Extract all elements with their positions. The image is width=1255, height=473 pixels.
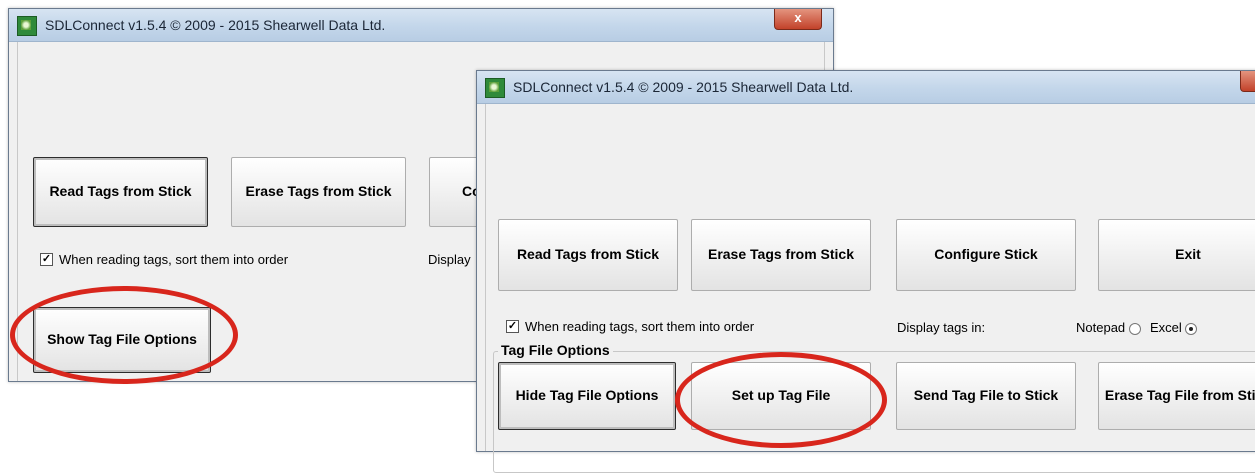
set-up-tag-file-button[interactable]: Set up Tag File xyxy=(691,362,871,430)
window-sdlconnect-front: SDLConnect v1.5.4 © 2009 - 2015 Shearwel… xyxy=(476,70,1255,473)
radio-excel-label: Excel xyxy=(1150,320,1182,335)
display-tags-label: Display tags in: xyxy=(897,320,986,335)
app-logo-icon xyxy=(17,16,37,36)
erase-tags-button[interactable]: Erase Tags from Stick xyxy=(691,219,871,291)
tag-file-options-title: Tag File Options xyxy=(498,342,613,358)
read-tags-button[interactable]: Read Tags from Stick xyxy=(33,157,208,227)
send-tag-file-button[interactable]: Send Tag File to Stick xyxy=(896,362,1076,430)
sort-tags-checkbox[interactable]: ✓ When reading tags, sort them into orde… xyxy=(506,319,754,334)
checkbox-check-icon: ✓ xyxy=(506,320,519,333)
erase-tag-file-button[interactable]: Erase Tag File from Stick xyxy=(1098,362,1255,430)
sort-tags-label: When reading tags, sort them into order xyxy=(59,252,289,267)
erase-tags-button[interactable]: Erase Tags from Stick xyxy=(231,157,406,227)
window-title: SDLConnect v1.5.4 © 2009 - 2015 Shearwel… xyxy=(513,79,854,95)
close-button[interactable]: x xyxy=(774,9,822,30)
radio-excel[interactable]: Excel xyxy=(1150,320,1198,335)
radio-unselected-icon xyxy=(1128,322,1141,335)
configure-stick-button[interactable]: Configure Stick xyxy=(896,219,1076,291)
radio-selected-icon xyxy=(1185,322,1198,335)
radio-notepad-label: Notepad xyxy=(1076,320,1126,335)
close-button[interactable] xyxy=(1240,71,1255,92)
checkbox-check-icon: ✓ xyxy=(40,253,53,266)
window-title: SDLConnect v1.5.4 © 2009 - 2015 Shearwel… xyxy=(45,17,386,33)
title-bar[interactable]: SDLConnect v1.5.4 © 2009 - 2015 Shearwel… xyxy=(477,71,1255,104)
show-tag-file-options-button[interactable]: Show Tag File Options xyxy=(33,307,211,373)
title-bar[interactable]: SDLConnect v1.5.4 © 2009 - 2015 Shearwel… xyxy=(9,9,833,42)
sort-tags-checkbox[interactable]: ✓ When reading tags, sort them into orde… xyxy=(40,252,288,267)
sort-tags-label: When reading tags, sort them into order xyxy=(525,319,755,334)
exit-button[interactable]: Exit xyxy=(1098,219,1255,291)
hide-tag-file-options-button[interactable]: Hide Tag File Options xyxy=(498,362,676,430)
app-logo-icon xyxy=(485,78,505,98)
radio-notepad[interactable]: Notepad xyxy=(1076,320,1141,335)
read-tags-button[interactable]: Read Tags from Stick xyxy=(498,219,678,291)
window-client-area: Read Tags from Stick Erase Tags from Sti… xyxy=(485,104,1255,473)
display-tags-label: Display xyxy=(428,252,471,267)
